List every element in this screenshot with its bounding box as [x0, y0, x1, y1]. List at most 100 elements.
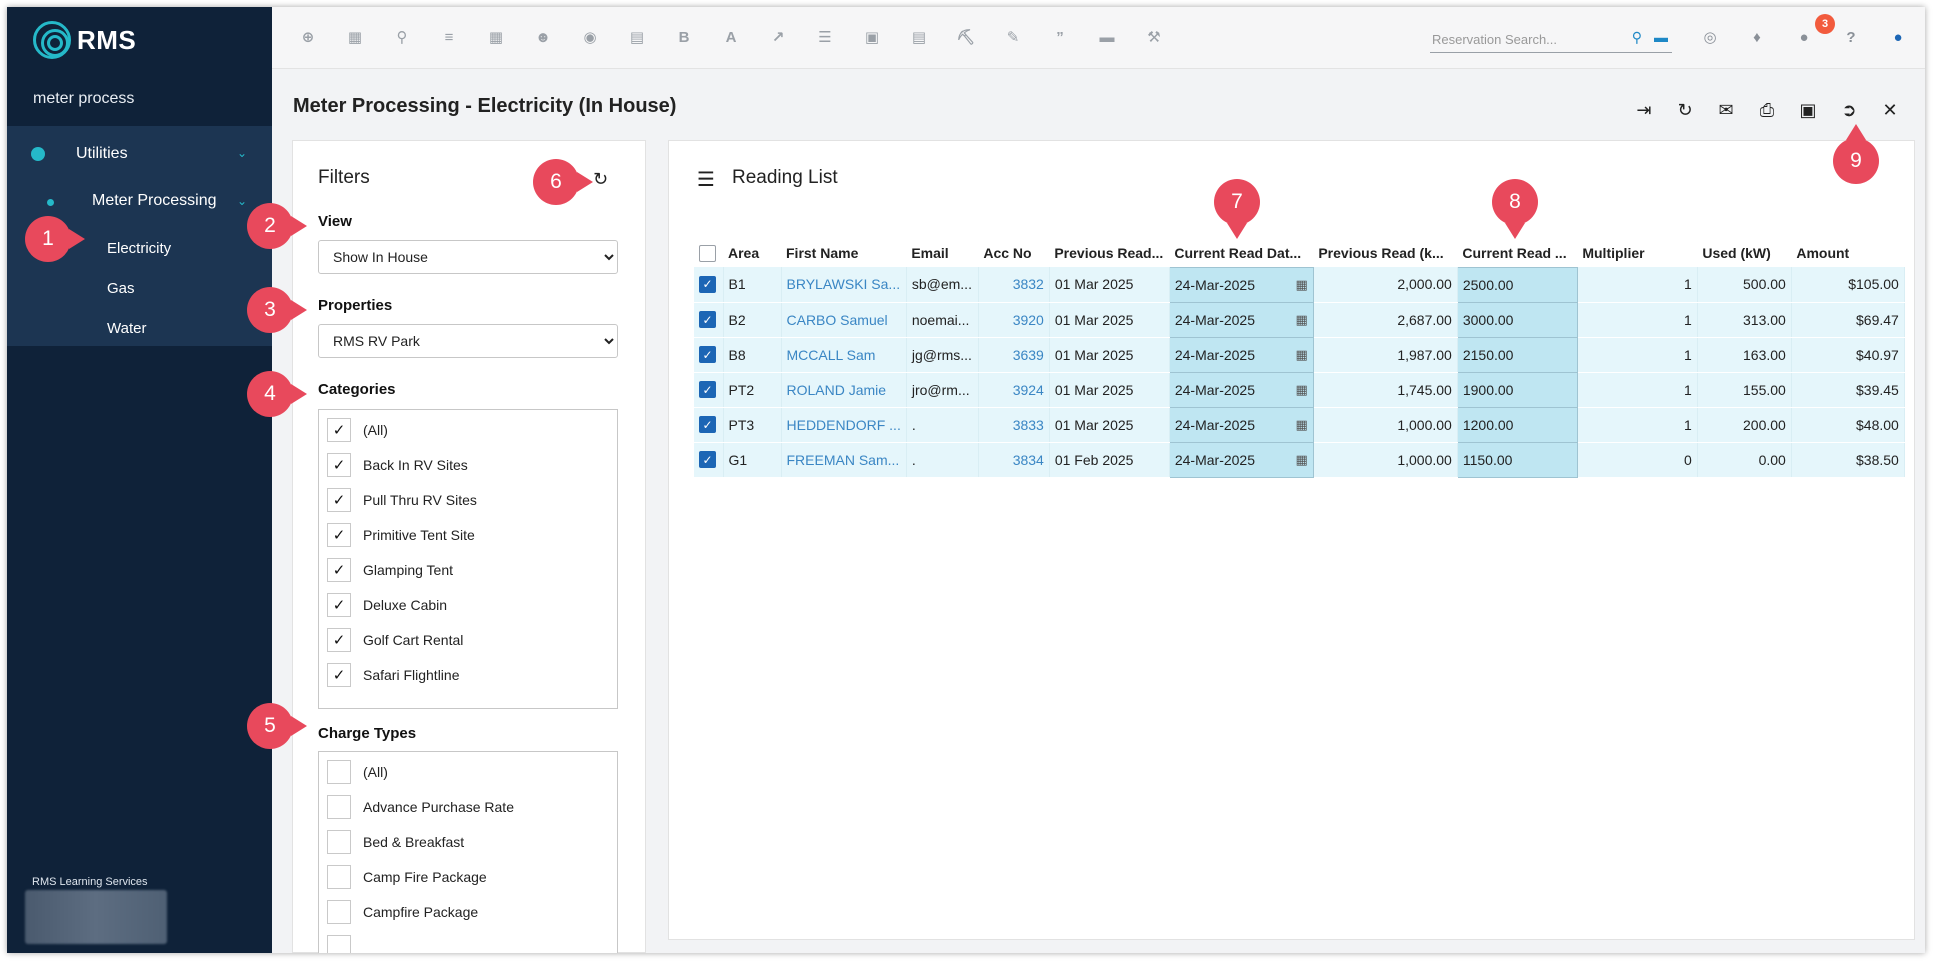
calendar-icon[interactable]: ▦ — [1296, 277, 1308, 293]
close-icon[interactable]: ✕ — [1877, 97, 1903, 123]
cell-first-name[interactable]: ROLAND Jamie — [781, 372, 907, 408]
sidebar-item-gas[interactable]: Gas — [107, 280, 135, 297]
row-checkbox[interactable]: ✓ — [699, 416, 716, 433]
card-icon[interactable]: ▣ — [861, 26, 883, 48]
charge-type-item[interactable]: (All) — [327, 760, 388, 784]
calendar-icon[interactable]: ▦ — [1296, 347, 1308, 363]
checkbox-checked[interactable]: ✓ — [327, 558, 351, 582]
cell-acc[interactable]: 3833 — [978, 407, 1050, 443]
document-icon[interactable]: ▤ — [908, 26, 930, 48]
calendar-icon[interactable]: ▦ — [1296, 312, 1308, 328]
row-select-cell[interactable]: ✓ — [694, 407, 724, 443]
table-row[interactable]: ✓ B2 CARBO Samuel noemai... 3920 01 Mar 2025 2… — [694, 301, 1905, 338]
cell-cur-read[interactable]: 1150.00 — [1456, 441, 1578, 478]
checkbox[interactable] — [327, 760, 351, 784]
reservation-search-input[interactable] — [1430, 27, 1620, 51]
category-item[interactable]: ✓ (All) — [327, 418, 388, 442]
card-edit-icon[interactable]: ✎ — [1002, 26, 1024, 48]
cell-cur-date[interactable]: 24-Mar-2025 ▦ — [1168, 441, 1314, 478]
checkbox[interactable] — [327, 865, 351, 889]
cell-first-name[interactable]: CARBO Samuel — [781, 302, 907, 338]
font-a-icon[interactable]: A — [720, 26, 742, 48]
rms-logo[interactable]: RMS — [33, 21, 136, 59]
table-row[interactable]: ✓ G1 FREEMAN Sam.... 3834 01 Feb 2025 24-Mar-… — [694, 441, 1905, 478]
bold-b-icon[interactable]: B — [673, 26, 695, 48]
charge-type-item[interactable]: Bed & Breakfast — [327, 830, 464, 854]
table-row[interactable]: ✓ B1 BRYLAWSKI Sa... sb@em... 3832 01 Mar 202… — [694, 266, 1905, 303]
select-all-checkbox[interactable] — [699, 244, 716, 262]
row-checkbox[interactable]: ✓ — [699, 381, 716, 398]
checkbox[interactable] — [327, 900, 351, 924]
calendar-icon[interactable]: ▦ — [344, 26, 366, 48]
category-item[interactable]: ✓ Primitive Tent Site — [327, 523, 475, 547]
column-header[interactable]: Area — [723, 239, 781, 267]
column-header[interactable]: First Name — [781, 239, 906, 267]
checklist-icon[interactable]: ☰ — [814, 26, 836, 48]
refresh-filters-icon[interactable]: ↻ — [593, 169, 608, 190]
cell-cur-read[interactable]: 2500.00 — [1456, 266, 1578, 303]
row-select-cell[interactable]: ✓ — [694, 337, 724, 373]
grid-icon[interactable]: ▦ — [485, 26, 507, 48]
help-icon[interactable]: ? — [1840, 26, 1862, 48]
cell-cur-read[interactable]: 1900.00 — [1456, 371, 1578, 408]
calendar-icon[interactable]: ▦ — [1296, 382, 1308, 398]
row-checkbox[interactable]: ✓ — [699, 451, 716, 468]
column-header[interactable]: Current Read ... — [1457, 239, 1577, 267]
checkbox-checked[interactable]: ✓ — [327, 488, 351, 512]
menu-search-term[interactable]: meter process — [33, 90, 134, 108]
category-item[interactable]: ✓ Deluxe Cabin — [327, 593, 447, 617]
chat-icon[interactable]: ● — [1793, 26, 1815, 48]
bell-icon[interactable]: ♦ — [1746, 26, 1768, 48]
charge-type-item[interactable]: Campfire Package — [327, 900, 478, 924]
row-checkbox[interactable]: ✓ — [699, 275, 716, 293]
category-item[interactable]: ✓ Back In RV Sites — [327, 453, 468, 477]
sidebar-item-electricity[interactable]: Electricity — [107, 240, 171, 257]
row-checkbox[interactable]: ✓ — [699, 346, 716, 363]
cell-cur-date[interactable]: 24-Mar-2025 ▦ — [1168, 266, 1314, 303]
category-item[interactable]: ✓ Pull Thru RV Sites — [327, 488, 477, 512]
column-header[interactable]: Multiplier — [1577, 239, 1697, 267]
cell-first-name[interactable]: MCCALL Sam — [781, 337, 907, 373]
calendar-icon[interactable]: ▦ — [1296, 417, 1308, 433]
chart-line-icon[interactable]: ↗ — [767, 26, 789, 48]
checkbox-checked[interactable]: ✓ — [327, 628, 351, 652]
cell-cur-read[interactable]: 3000.00 — [1456, 301, 1578, 338]
charge-type-item[interactable] — [327, 935, 363, 953]
checkbox[interactable] — [327, 795, 351, 819]
hammer-icon[interactable]: ⚒ — [1143, 26, 1165, 48]
row-select-cell[interactable]: ✓ — [694, 442, 724, 478]
cell-acc[interactable]: 3834 — [978, 442, 1050, 478]
cell-first-name[interactable]: BRYLAWSKI Sa... — [781, 267, 907, 303]
checkbox-checked[interactable]: ✓ — [327, 663, 351, 687]
column-header[interactable]: Amount — [1791, 239, 1904, 267]
category-item[interactable]: ✓ Glamping Tent — [327, 558, 453, 582]
row-select-cell[interactable]: ✓ — [694, 302, 724, 338]
cell-acc[interactable]: 3639 — [978, 337, 1050, 373]
sidebar-item-utilities[interactable]: Utilities ⌄ — [7, 126, 272, 182]
select-all-header[interactable] — [694, 239, 723, 267]
globe-icon[interactable]: ◎ — [1699, 26, 1721, 48]
charge-type-item[interactable]: Advance Purchase Rate — [327, 795, 514, 819]
map-pin-icon[interactable]: ◉ — [579, 26, 601, 48]
refresh-icon[interactable]: ↻ — [1672, 97, 1698, 123]
cell-cur-date[interactable]: 24-Mar-2025 ▦ — [1168, 336, 1314, 373]
checkbox-checked[interactable]: ✓ — [327, 593, 351, 617]
table-row[interactable]: ✓ PT2 ROLAND Jamie jro@rm... 3924 01 Mar 2025… — [694, 371, 1905, 408]
category-item[interactable]: ✓ Safari Flightline — [327, 663, 460, 687]
row-select-cell[interactable]: ✓ — [694, 267, 724, 303]
properties-select[interactable]: RMS RV Park — [318, 324, 618, 358]
cell-acc[interactable]: 3924 — [978, 372, 1050, 408]
calendar-icon[interactable]: ▦ — [1296, 452, 1308, 468]
print-icon[interactable]: ⎙ — [1754, 97, 1780, 123]
row-select-cell[interactable]: ✓ — [694, 372, 724, 408]
table-row[interactable]: ✓ B8 MCCALL Sam jg@rms... 3639 01 Mar 2025 24-… — [694, 336, 1905, 373]
cell-cur-date[interactable]: 24-Mar-2025 ▦ — [1168, 301, 1314, 338]
cart-icon[interactable]: ⛏ — [955, 26, 977, 48]
column-header[interactable]: Email — [906, 239, 978, 267]
column-header[interactable]: Used (kW) — [1697, 239, 1791, 267]
save-icon[interactable]: ▣ — [1795, 97, 1821, 123]
checkbox-checked[interactable]: ✓ — [327, 418, 351, 442]
plus-icon[interactable]: ⊕ — [297, 26, 319, 48]
cell-cur-date[interactable]: 24-Mar-2025 ▦ — [1168, 406, 1314, 443]
column-header[interactable]: Current Read Dat... — [1169, 239, 1313, 267]
